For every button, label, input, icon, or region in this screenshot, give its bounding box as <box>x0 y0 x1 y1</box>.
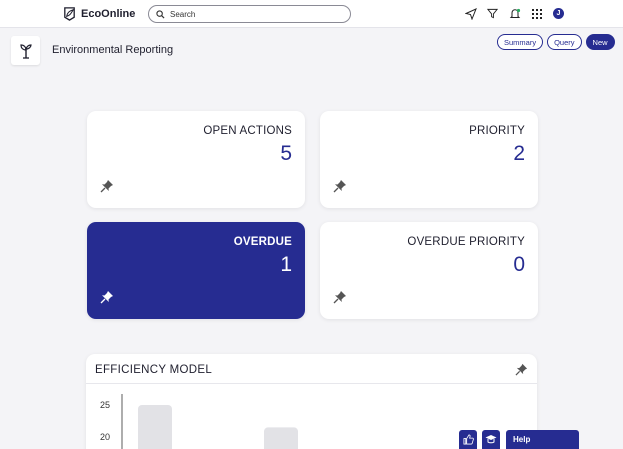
priority-card[interactable]: PRIORITY 2 <box>320 111 538 208</box>
bell-icon[interactable] <box>508 7 521 20</box>
chart-header: EFFICIENCY MODEL <box>86 354 537 384</box>
query-button[interactable]: Query <box>547 34 582 50</box>
learning-button[interactable] <box>482 430 500 449</box>
card-label: PRIORITY <box>469 125 525 137</box>
feedback-button[interactable] <box>459 430 477 449</box>
overdue-priority-card[interactable]: OVERDUE PRIORITY 0 <box>320 222 538 319</box>
filter-icon[interactable] <box>486 7 499 20</box>
pin-icon[interactable] <box>100 290 114 304</box>
graduation-cap-icon <box>485 435 497 444</box>
top-bar: EcoOnline Search J <box>0 0 623 28</box>
bar[interactable] <box>138 405 172 449</box>
ecoonline-logo-icon <box>64 7 75 21</box>
plant-icon <box>19 43 32 59</box>
thumbs-up-icon <box>463 434 474 445</box>
app-icon-tile <box>11 36 40 65</box>
brand-name: EcoOnline <box>81 7 136 20</box>
help-button[interactable]: Help <box>506 430 579 449</box>
y-tick-label: 25 <box>100 400 110 410</box>
pin-icon[interactable] <box>100 179 114 193</box>
y-tick-label: 20 <box>100 432 110 442</box>
card-label: OPEN ACTIONS <box>203 125 292 137</box>
search-input[interactable]: Search <box>148 5 351 23</box>
card-label: OVERDUE <box>233 236 292 248</box>
overdue-card[interactable]: OVERDUE 1 <box>87 222 305 319</box>
pin-icon[interactable] <box>515 363 528 376</box>
page-title: Environmental Reporting <box>52 44 174 56</box>
open-actions-card[interactable]: OPEN ACTIONS 5 <box>87 111 305 208</box>
pin-icon[interactable] <box>333 290 347 304</box>
pin-icon[interactable] <box>333 179 347 193</box>
avatar[interactable]: J <box>553 8 564 19</box>
card-label: OVERDUE PRIORITY <box>407 236 525 248</box>
card-value: 5 <box>280 142 292 165</box>
summary-button[interactable]: Summary <box>497 34 544 50</box>
card-value: 0 <box>513 253 525 276</box>
new-button[interactable]: New <box>585 34 615 50</box>
card-value: 1 <box>280 253 292 276</box>
search-icon <box>156 9 165 19</box>
send-icon[interactable] <box>464 7 477 20</box>
card-value: 2 <box>513 142 525 165</box>
apps-grid-icon[interactable] <box>530 7 543 20</box>
chart-title: EFFICIENCY MODEL <box>95 364 213 376</box>
search-placeholder: Search <box>170 9 196 19</box>
brand[interactable]: EcoOnline <box>62 6 135 21</box>
bar[interactable] <box>264 427 298 449</box>
